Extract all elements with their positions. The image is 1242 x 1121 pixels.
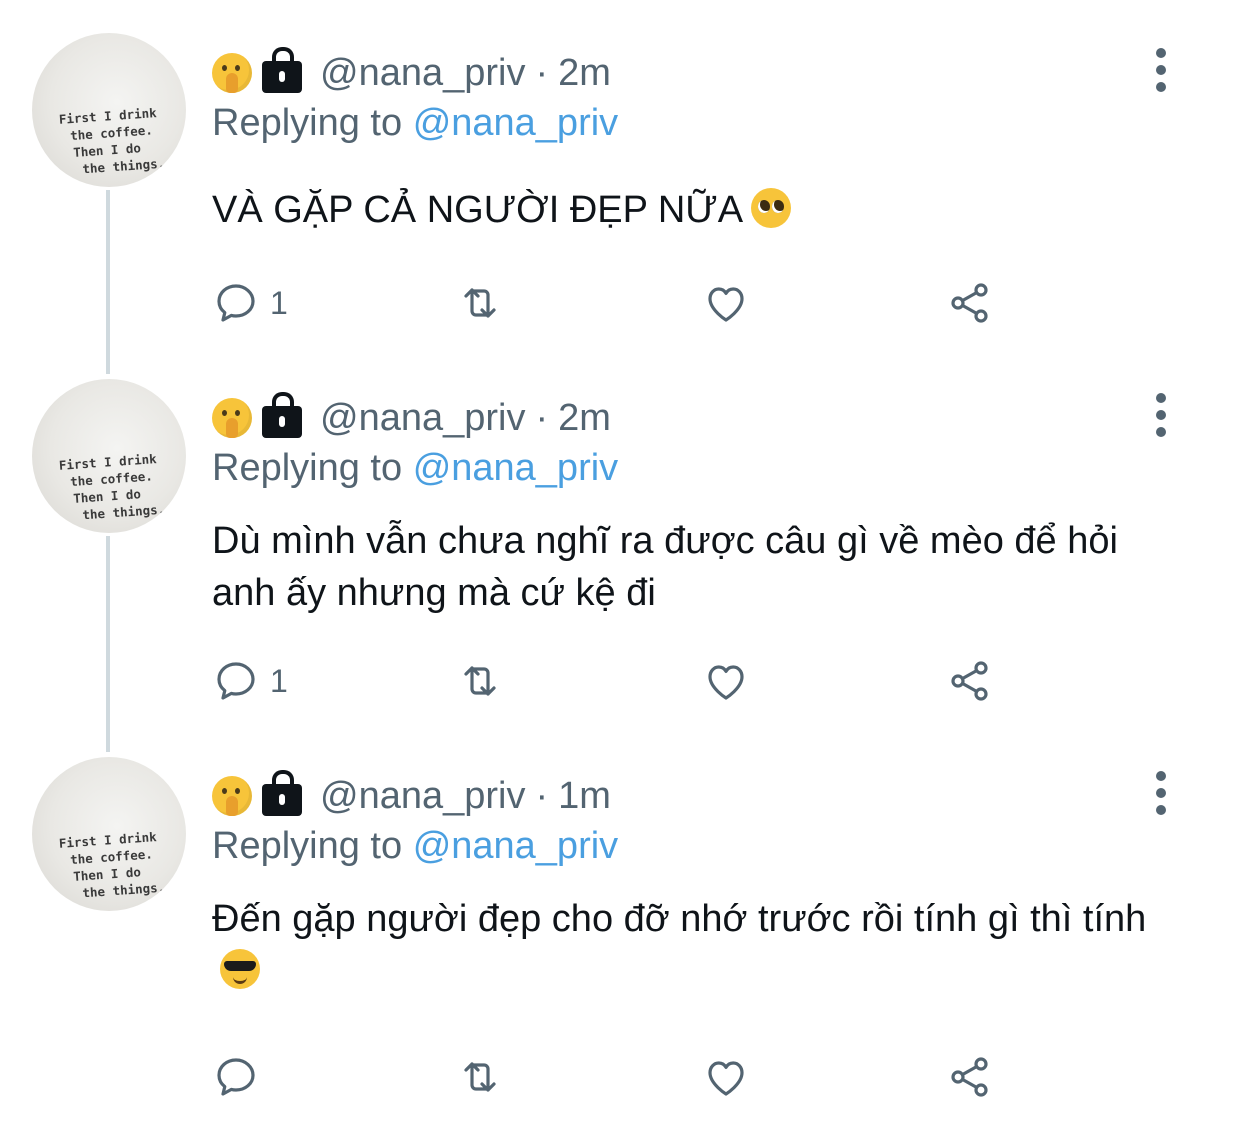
retweet-button[interactable] xyxy=(456,278,504,328)
mention-link[interactable]: @nana_priv xyxy=(413,825,618,867)
separator-dot: · xyxy=(535,774,549,817)
tweet-actions xyxy=(212,1052,1012,1102)
sunglasses-face-emoji-icon xyxy=(220,949,260,989)
lock-icon xyxy=(262,392,302,438)
tweet-text-content: Dù mình vẫn chưa nghĩ ra được câu gì về … xyxy=(212,520,1118,614)
shushing-face-emoji-icon xyxy=(212,53,252,93)
tweet-time[interactable]: 2m xyxy=(558,397,611,440)
like-button[interactable] xyxy=(702,278,750,328)
more-options-icon[interactable] xyxy=(1155,393,1167,437)
heart-icon xyxy=(708,1061,744,1096)
share-button[interactable] xyxy=(946,656,994,706)
avatar[interactable]: First I drink the coffee. Then I do the thi… xyxy=(32,33,186,187)
tweet-time[interactable]: 1m xyxy=(558,775,611,818)
retweet-icon xyxy=(464,666,496,696)
heart-icon xyxy=(708,287,744,322)
share-button[interactable] xyxy=(946,278,994,328)
replying-to: Replying to @nana_priv xyxy=(212,102,618,152)
replying-label: Replying to xyxy=(212,825,403,867)
mention-link[interactable]: @nana_priv xyxy=(413,102,618,144)
retweet-icon xyxy=(464,288,496,318)
reply-count: 1 xyxy=(270,284,288,321)
reply-icon xyxy=(217,1058,255,1096)
tweet-header: @nana_priv · 1m xyxy=(212,770,611,821)
tweet-text-content: VÀ GẶP CẢ NGƯỜI ĐẸP NỮA xyxy=(212,189,744,231)
tweet-text: Dù mình vẫn chưa nghĩ ra được câu gì về … xyxy=(212,515,1132,619)
tweet-time[interactable]: 2m xyxy=(558,52,611,95)
tweet-text: Đến gặp người đẹp cho đỡ nhớ trước rồi t… xyxy=(212,893,1152,997)
more-options-icon[interactable] xyxy=(1155,48,1167,92)
shushing-face-emoji-icon xyxy=(212,776,252,816)
reply-icon xyxy=(217,662,255,700)
tweet-actions: 1 xyxy=(212,656,1012,706)
reply-count: 1 xyxy=(270,662,288,699)
avatar-image-text: First I drink the coffee. Then I do the thi… xyxy=(58,451,166,523)
reply-button[interactable] xyxy=(212,1052,270,1102)
share-icon xyxy=(951,283,988,323)
user-handle[interactable]: @nana_priv xyxy=(320,775,525,818)
separator-dot: · xyxy=(535,51,549,94)
share-button[interactable] xyxy=(946,1052,994,1102)
retweet-button[interactable] xyxy=(456,1052,504,1102)
replying-label: Replying to xyxy=(212,102,403,144)
reply-button[interactable]: 1 xyxy=(212,656,288,706)
tweet-header: @nana_priv · 2m xyxy=(212,47,611,98)
user-handle[interactable]: @nana_priv xyxy=(320,397,525,440)
mention-link[interactable]: @nana_priv xyxy=(413,447,618,489)
retweet-icon xyxy=(464,1062,496,1092)
tweet-text-content: Đến gặp người đẹp cho đỡ nhớ trước rồi t… xyxy=(212,898,1147,940)
avatar[interactable]: First I drink the coffee. Then I do the thi… xyxy=(32,757,186,911)
tweet-header: @nana_priv · 2m xyxy=(212,392,611,443)
share-icon xyxy=(951,661,988,701)
avatar-image-text: First I drink the coffee. Then I do the thi… xyxy=(58,829,166,901)
replying-label: Replying to xyxy=(212,447,403,489)
retweet-button[interactable] xyxy=(456,656,504,706)
reply-button[interactable]: 1 xyxy=(212,278,288,328)
shushing-face-emoji-icon xyxy=(212,398,252,438)
like-button[interactable] xyxy=(702,656,750,706)
avatar[interactable]: First I drink the coffee. Then I do the thi… xyxy=(32,379,186,533)
reply-icon xyxy=(217,284,255,322)
avatar-image-text: First I drink the coffee. Then I do the thi… xyxy=(58,105,166,177)
replying-to: Replying to @nana_priv xyxy=(212,447,618,497)
heart-icon xyxy=(708,665,744,700)
replying-to: Replying to @nana_priv xyxy=(212,825,618,875)
tweet-text: VÀ GẶP CẢ NGƯỜI ĐẸP NỮA xyxy=(212,184,1212,236)
tweet-actions: 1 xyxy=(212,278,1012,328)
more-options-icon[interactable] xyxy=(1155,771,1167,815)
like-button[interactable] xyxy=(702,1052,750,1102)
user-handle[interactable]: @nana_priv xyxy=(320,52,525,95)
pleading-face-emoji-icon xyxy=(751,188,792,228)
lock-icon xyxy=(262,47,302,93)
thread-line xyxy=(106,536,110,752)
share-icon xyxy=(951,1057,988,1097)
lock-icon xyxy=(262,770,302,816)
thread-line xyxy=(106,190,110,374)
separator-dot: · xyxy=(535,396,549,439)
